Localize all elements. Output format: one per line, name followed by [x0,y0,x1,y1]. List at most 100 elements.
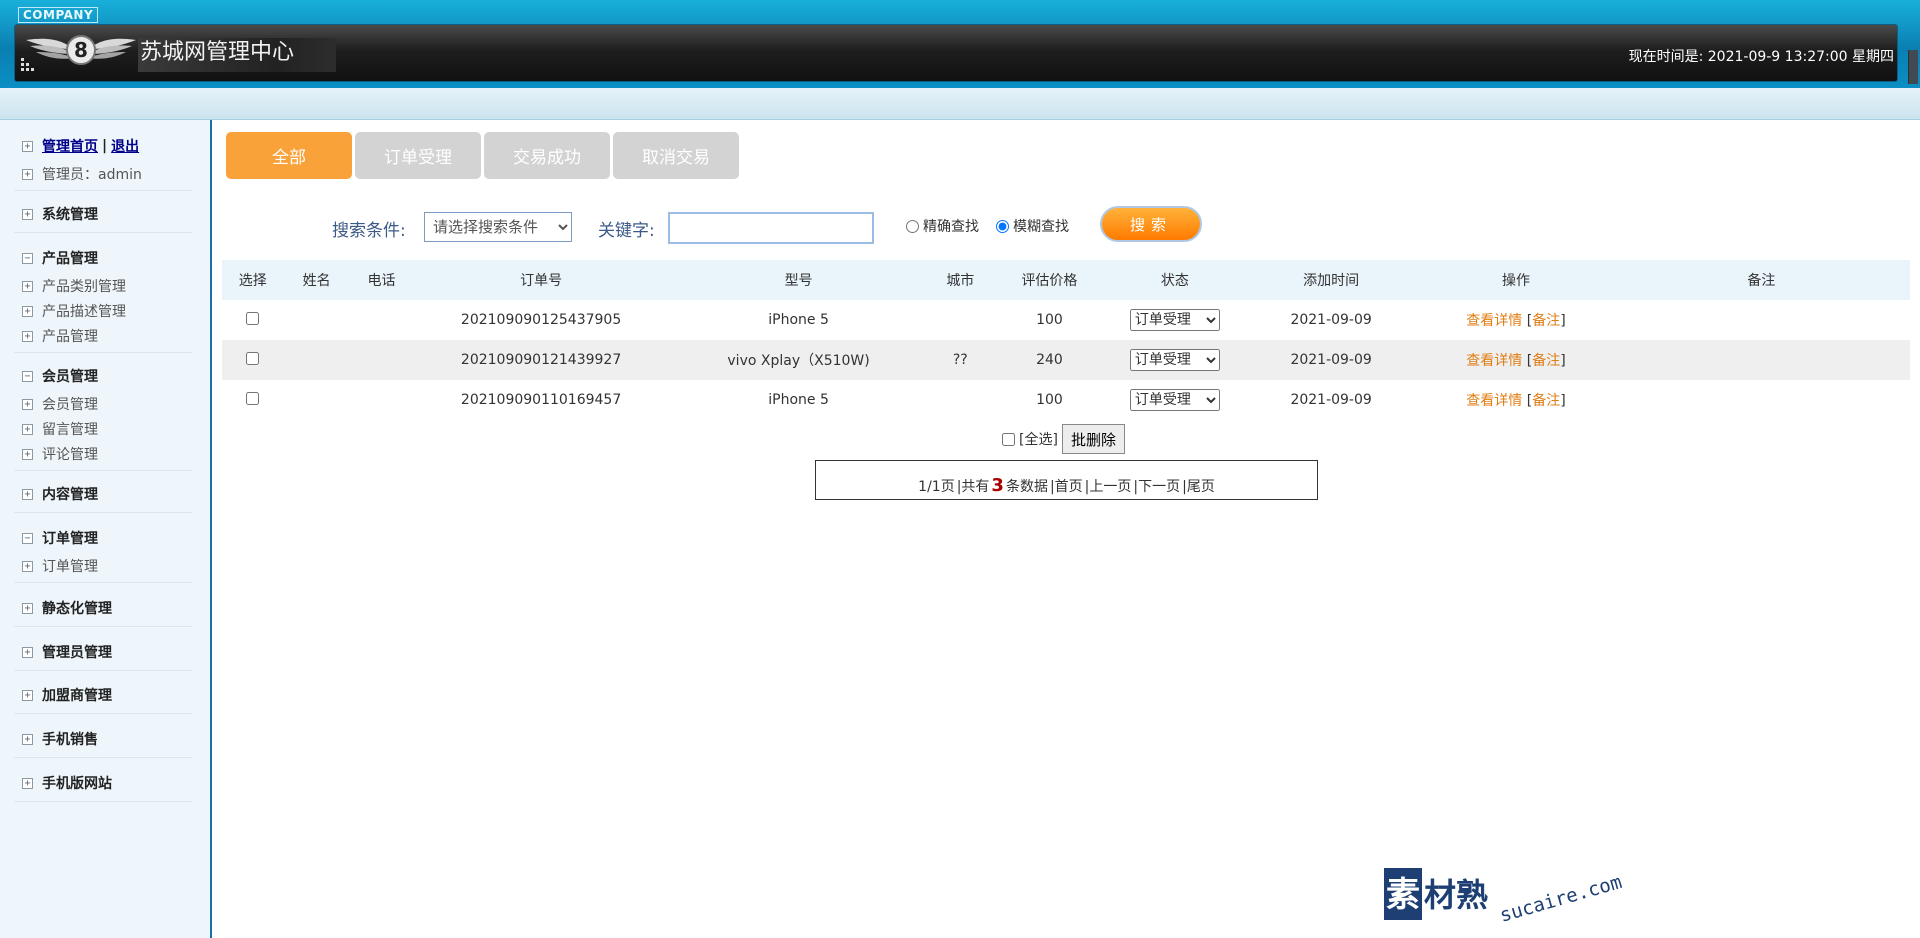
remark-link[interactable]: 备注 [1532,353,1560,369]
main-content: 全部 订单受理 交易成功 取消交易 搜索条件: 请选择搜索条件 关键字: 精确查… [214,120,1920,938]
radio-button[interactable] [996,219,1009,233]
group-label: 管理员管理 [42,645,112,661]
svg-text:8: 8 [74,38,88,62]
plus-icon: + [22,777,33,789]
status-select[interactable]: 订单受理 [1129,389,1220,411]
keyword-input[interactable] [668,212,874,244]
tab-trade-success[interactable]: 交易成功 [484,132,610,179]
view-detail-link[interactable]: 查看详情 [1466,393,1522,409]
divider [14,232,192,233]
sidebar-group-system[interactable]: + 系统管理 [22,204,98,224]
total-suffix: 条数据 [1005,479,1048,495]
order-table: 选择 姓名 电话 订单号 型号 城市 评估价格 状态 添加时间 操作 备注 20… [222,260,1910,420]
sidebar-group-content[interactable]: + 内容管理 [22,484,98,504]
sidebar-group-mobile-site[interactable]: + 手机版网站 [22,773,112,793]
link-divider: | [102,138,108,154]
watermark-brand-first: 素 [1386,875,1420,915]
status-select[interactable]: 订单受理 [1129,309,1220,331]
cell-price: 100 [1036,392,1063,408]
remark-link[interactable]: 备注 [1532,313,1560,329]
col-header: 添加时间 [1243,260,1420,300]
row-checkbox[interactable] [246,351,260,365]
cell-model: vivo Xplay（X510W) [668,340,929,380]
plus-icon: + [22,305,33,317]
divider [14,713,192,714]
select-all-checkbox[interactable] [1002,432,1015,446]
divider [14,512,192,513]
sidebar-group-static[interactable]: + 静态化管理 [22,598,112,618]
search-button[interactable]: 搜索 [1100,206,1202,242]
status-select[interactable]: 订单受理 [1129,349,1220,371]
plus-icon: + [22,280,33,292]
next-page-link[interactable]: |下一页 [1133,476,1180,496]
col-header: 操作 [1419,260,1613,300]
sidebar-group-order[interactable]: − 订单管理 [22,528,98,548]
plus-icon: + [22,560,33,572]
sidebar-item-message[interactable]: + 留言管理 [22,419,98,439]
site-title: 苏城网管理中心 [138,38,336,72]
plus-icon: + [22,646,33,658]
table-row: 202109090110169457 iPhone 5 100 订单受理 202… [222,380,1910,420]
view-detail-link[interactable]: 查看详情 [1466,313,1522,329]
prev-page-link[interactable]: |上一页 [1085,476,1132,496]
sidebar-item-comment[interactable]: + 评论管理 [22,444,98,464]
exact-search-radio[interactable]: 精确查找 [906,216,979,236]
logout-link[interactable]: 退出 [111,136,139,156]
sidebar-item-product-category[interactable]: + 产品类别管理 [22,276,126,296]
company-badge: COMPANY [18,7,99,23]
first-page-link[interactable]: |首页 [1050,476,1083,496]
last-page-link[interactable]: |尾页 [1182,476,1215,496]
cell-phone [350,380,414,420]
sidebar-item-member[interactable]: + 会员管理 [22,394,98,414]
group-label: 产品管理 [42,251,98,267]
header-scrollbar[interactable] [1908,50,1918,84]
item-label: 留言管理 [42,422,98,438]
cell-city: ?? [928,340,993,380]
plus-icon: + [22,330,33,342]
minus-icon: − [22,252,33,264]
view-detail-link[interactable]: 查看详情 [1466,353,1522,369]
tab-all[interactable]: 全部 [226,132,352,179]
dots-icon [21,58,34,71]
plus-icon: + [22,423,33,435]
divider [14,190,192,191]
sidebar-item-order[interactable]: + 订单管理 [22,556,98,576]
remark-link[interactable]: 备注 [1532,393,1560,409]
batch-actions: [全选] 批删除 [1002,424,1125,454]
item-label: 产品类别管理 [42,279,126,295]
plus-icon: + [22,168,33,180]
cell-name [284,380,350,420]
search-condition-select[interactable]: 请选择搜索条件 [424,212,572,242]
row-checkbox[interactable] [246,311,260,325]
plus-icon: + [22,208,33,220]
col-header: 姓名 [283,260,350,300]
col-header: 选择 [222,260,284,300]
group-label: 加盟商管理 [42,688,112,704]
sidebar-group-product[interactable]: − 产品管理 [22,248,98,268]
group-label: 系统管理 [42,207,98,223]
row-checkbox[interactable] [246,391,260,405]
item-label: 产品管理 [42,329,98,345]
sidebar-group-franchise[interactable]: + 加盟商管理 [22,685,112,705]
cell-name [283,340,350,380]
sidebar-group-admin[interactable]: + 管理员管理 [22,642,112,662]
sidebar-item-product[interactable]: + 产品管理 [22,326,98,346]
tab-order-accepted[interactable]: 订单受理 [355,132,481,179]
watermark-url: sucaire.com [1497,871,1624,927]
sidebar-group-member[interactable]: − 会员管理 [22,366,98,386]
cell-city [928,300,992,340]
pagination: 1/1页 |共有 3 条数据 |首页 |上一页 |下一页 |尾页 [815,460,1318,500]
cell-order-no: 202109090110169457 [460,392,622,408]
batch-delete-button[interactable]: 批删除 [1061,424,1125,454]
admin-info: + 管理员：admin [22,164,142,184]
col-header: 电话 [349,260,414,300]
home-link[interactable]: 管理首页 [42,136,98,156]
sidebar-item-product-desc[interactable]: + 产品描述管理 [22,301,126,321]
cell-price: 240 [992,340,1107,380]
divider [14,470,192,471]
sidebar-group-phone-sales[interactable]: + 手机销售 [22,729,98,749]
cell-phone [350,300,414,340]
tab-trade-cancelled[interactable]: 取消交易 [613,132,739,179]
radio-button[interactable] [906,219,919,233]
fuzzy-search-radio[interactable]: 模糊查找 [996,216,1069,236]
